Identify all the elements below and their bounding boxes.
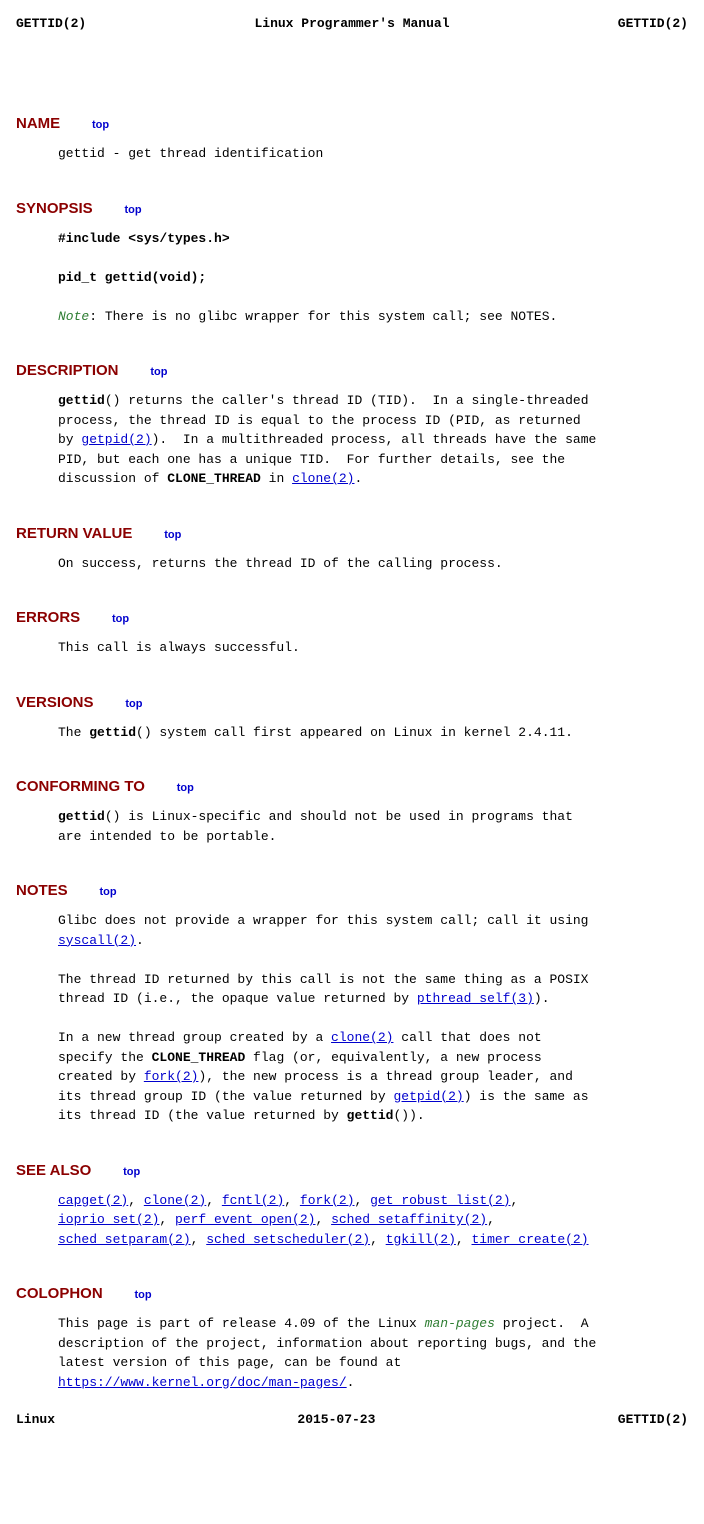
see-also-link[interactable]: fork(2) [300,1193,355,1208]
top-link[interactable]: top [123,1166,140,1178]
fn-gettid: gettid [58,393,105,408]
top-link[interactable]: top [177,782,194,794]
section-see-also: SEE ALSO [16,1162,91,1179]
man-pages: man-pages [425,1316,495,1331]
see-also-link[interactable]: ioprio_set(2) [58,1212,159,1227]
name-body: gettid - get thread identification [58,144,688,164]
top-link[interactable]: top [92,119,109,131]
top-link[interactable]: top [134,1289,151,1301]
section-conforming: CONFORMING TO [16,778,145,795]
section-colophon: COLOPHON [16,1285,103,1302]
top-link[interactable]: top [164,529,181,541]
section-synopsis: SYNOPSIS [16,200,93,217]
header-center: Linux Programmer's Manual [254,16,449,31]
man-footer: Linux 2015-07-23 GETTID(2) [16,1412,688,1427]
note-label: Note [58,309,89,324]
see-also-link[interactable]: timer_create(2) [472,1232,589,1247]
section-versions: VERSIONS [16,694,94,711]
see-also-link[interactable]: clone(2) [144,1193,206,1208]
see-also-link[interactable]: tgkill(2) [386,1232,456,1247]
link-getpid[interactable]: getpid(2) [81,432,151,447]
proto-line: pid_t gettid(void); [58,270,206,285]
top-link[interactable]: top [112,613,129,625]
fn-gettid: gettid [58,809,105,824]
section-name: NAME [16,115,60,132]
link-fork[interactable]: fork(2) [144,1069,199,1084]
man-header: GETTID(2) Linux Programmer's Manual GETT… [16,16,688,31]
section-errors: ERRORS [16,609,80,626]
see-also-link[interactable]: capget(2) [58,1193,128,1208]
retval-body: On success, returns the thread ID of the… [58,554,688,574]
top-link[interactable]: top [150,366,167,378]
see-also-link[interactable]: sched_setaffinity(2) [331,1212,487,1227]
header-right: GETTID(2) [618,16,688,31]
clone-thread: CLONE_THREAD [152,1050,246,1065]
description-body: gettid() returns the caller's thread ID … [58,391,688,489]
link-pthread-self[interactable]: pthread_self(3) [417,991,534,1006]
top-link[interactable]: top [125,698,142,710]
footer-right: GETTID(2) [618,1412,688,1427]
link-kernel-org[interactable]: https://www.kernel.org/doc/man-pages/ [58,1375,347,1390]
seealso-body: capget(2), clone(2), fcntl(2), fork(2), … [58,1191,688,1250]
conforming-body: gettid() is Linux-specific and should no… [58,807,688,846]
top-link[interactable]: top [100,886,117,898]
see-also-link[interactable]: fcntl(2) [222,1193,284,1208]
clone-thread: CLONE_THREAD [167,471,261,486]
link-clone[interactable]: clone(2) [292,471,354,486]
link-getpid[interactable]: getpid(2) [393,1089,463,1104]
footer-center: 2015-07-23 [297,1412,375,1427]
section-notes: NOTES [16,882,68,899]
see-also-link[interactable]: sched_setparam(2) [58,1232,191,1247]
notes-body: Glibc does not provide a wrapper for thi… [58,911,688,1126]
fn-gettid: gettid [347,1108,394,1123]
fn-gettid: gettid [89,725,136,740]
see-also-link[interactable]: perf_event_open(2) [175,1212,315,1227]
colophon-body: This page is part of release 4.09 of the… [58,1314,688,1392]
section-description: DESCRIPTION [16,362,119,379]
header-left: GETTID(2) [16,16,86,31]
link-syscall[interactable]: syscall(2) [58,933,136,948]
top-link[interactable]: top [125,204,142,216]
errors-body: This call is always successful. [58,638,688,658]
link-clone[interactable]: clone(2) [331,1030,393,1045]
versions-body: The gettid() system call first appeared … [58,723,688,743]
include-line: #include <sys/types.h> [58,231,230,246]
footer-left: Linux [16,1412,55,1427]
see-also-link[interactable]: sched_setscheduler(2) [206,1232,370,1247]
synopsis-body: #include <sys/types.h> pid_t gettid(void… [58,229,688,327]
see-also-link[interactable]: get_robust_list(2) [370,1193,510,1208]
section-return-value: RETURN VALUE [16,525,132,542]
note-text: : There is no glibc wrapper for this sys… [89,309,557,324]
